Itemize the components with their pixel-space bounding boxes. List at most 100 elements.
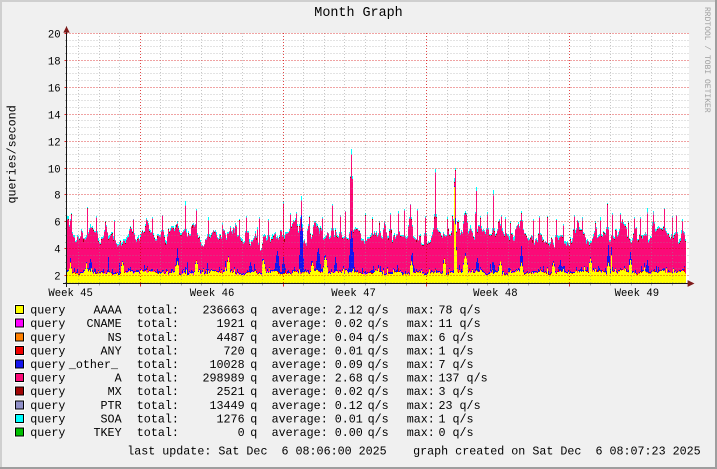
svg-text:0.00: 0.00 (335, 426, 363, 440)
svg-text:Week 46: Week 46 (190, 288, 235, 300)
svg-text:average:: average: (272, 344, 328, 358)
svg-text:q: q (250, 372, 257, 386)
svg-text:q: q (250, 344, 257, 358)
svg-text:max:: max: (407, 344, 435, 358)
svg-text:2.12: 2.12 (335, 304, 363, 318)
svg-text:q: q (250, 385, 257, 399)
svg-text:13449: 13449 (210, 399, 245, 413)
svg-text:q/s: q/s (368, 412, 389, 426)
svg-text:max:: max: (407, 385, 435, 399)
svg-text:3 q/s: 3 q/s (439, 385, 474, 399)
svg-text:2.68: 2.68 (335, 372, 363, 386)
svg-text:q: q (250, 399, 257, 413)
svg-text:q/s: q/s (368, 304, 389, 318)
svg-text:0.01: 0.01 (335, 344, 363, 358)
svg-text:Week 49: Week 49 (615, 288, 660, 300)
svg-text:total:: total: (137, 304, 179, 318)
svg-text:average:: average: (272, 317, 328, 331)
svg-text:q/s: q/s (368, 344, 389, 358)
svg-text:q/s: q/s (368, 385, 389, 399)
svg-text:11 q/s: 11 q/s (439, 317, 481, 331)
svg-text:0.09: 0.09 (335, 358, 363, 372)
svg-text:average:: average: (272, 304, 328, 318)
svg-text:1921: 1921 (217, 317, 245, 331)
svg-text:0.02: 0.02 (335, 317, 363, 331)
svg-text:q/s: q/s (368, 358, 389, 372)
svg-text:7 q/s: 7 q/s (439, 358, 474, 372)
svg-text:4487: 4487 (217, 331, 245, 345)
svg-text:q: q (250, 358, 257, 372)
svg-text:average:: average: (272, 385, 328, 399)
svg-text:q: q (250, 304, 257, 318)
svg-text:query: query (30, 317, 65, 331)
svg-text:10028: 10028 (210, 358, 245, 372)
svg-text:0 q/s: 0 q/s (439, 426, 474, 440)
svg-text:max:: max: (407, 412, 435, 426)
svg-text:query: query (30, 399, 65, 413)
svg-text:1 q/s: 1 q/s (439, 412, 474, 426)
svg-text:4: 4 (54, 244, 60, 256)
svg-text:16: 16 (48, 83, 61, 95)
svg-text:MX: MX (108, 385, 122, 399)
svg-text:average:: average: (272, 399, 328, 413)
svg-text:average:: average: (272, 331, 328, 345)
svg-text:Week 45: Week 45 (48, 288, 93, 300)
svg-text:total:: total: (137, 331, 179, 345)
svg-text:0.04: 0.04 (335, 331, 363, 345)
svg-text:total:: total: (137, 372, 179, 386)
svg-text:query: query (30, 372, 65, 386)
svg-text:78 q/s: 78 q/s (439, 304, 481, 318)
svg-text:query: query (30, 344, 65, 358)
svg-text:6: 6 (54, 217, 60, 229)
svg-text:18: 18 (48, 56, 61, 68)
svg-text:q/s: q/s (368, 399, 389, 413)
svg-text:average:: average: (272, 412, 328, 426)
svg-text:NS: NS (108, 331, 122, 345)
svg-text:query: query (30, 304, 65, 318)
svg-text:Week 47: Week 47 (331, 288, 376, 300)
svg-text:1276: 1276 (217, 412, 245, 426)
svg-text:max:: max: (407, 304, 435, 318)
svg-text:total:: total: (137, 385, 179, 399)
svg-text:SOA: SOA (101, 412, 123, 426)
svg-text:query: query (30, 426, 65, 440)
svg-text:20: 20 (48, 29, 61, 41)
svg-text:total:: total: (137, 358, 179, 372)
svg-text:14: 14 (48, 110, 61, 122)
svg-text:12: 12 (48, 137, 61, 149)
svg-text:236663: 236663 (203, 304, 245, 318)
svg-text:23 q/s: 23 q/s (439, 399, 481, 413)
svg-text:0.01: 0.01 (335, 412, 363, 426)
svg-text:total:: total: (137, 399, 179, 413)
svg-text:query: query (30, 331, 65, 345)
svg-text:graph created on Sat Dec 6 08: graph created on Sat Dec 6 08:07:23 2025 (413, 445, 701, 459)
svg-text:0.12: 0.12 (335, 399, 363, 413)
svg-text:average:: average: (272, 358, 328, 372)
svg-text:q: q (250, 331, 257, 345)
svg-text:ANY: ANY (101, 344, 122, 358)
svg-text:average:: average: (272, 426, 328, 440)
svg-text:8: 8 (54, 190, 60, 202)
svg-text:q/s: q/s (368, 426, 389, 440)
svg-text:RRDTOOL / TOBI OETIKER: RRDTOOL / TOBI OETIKER (702, 7, 711, 113)
svg-text:CNAME: CNAME (87, 317, 122, 331)
svg-text:max:: max: (407, 426, 435, 440)
svg-text:q: q (250, 426, 257, 440)
svg-text:total:: total: (137, 412, 179, 426)
svg-text:queries/second: queries/second (5, 105, 19, 203)
svg-text:max:: max: (407, 399, 435, 413)
svg-text:max:: max: (407, 372, 435, 386)
svg-text:2521: 2521 (217, 385, 245, 399)
svg-text:q/s: q/s (368, 331, 389, 345)
svg-text:137 q/s: 137 q/s (439, 372, 488, 386)
svg-text:total:: total: (137, 317, 179, 331)
svg-text:total:: total: (137, 344, 179, 358)
svg-text:max:: max: (407, 358, 435, 372)
svg-text:max:: max: (407, 317, 435, 331)
svg-text:q: q (250, 317, 257, 331)
svg-text:max:: max: (407, 331, 435, 345)
svg-text:query: query (30, 412, 65, 426)
svg-text:q/s: q/s (368, 372, 389, 386)
svg-text:total:: total: (137, 426, 179, 440)
svg-text:average:: average: (272, 372, 328, 386)
